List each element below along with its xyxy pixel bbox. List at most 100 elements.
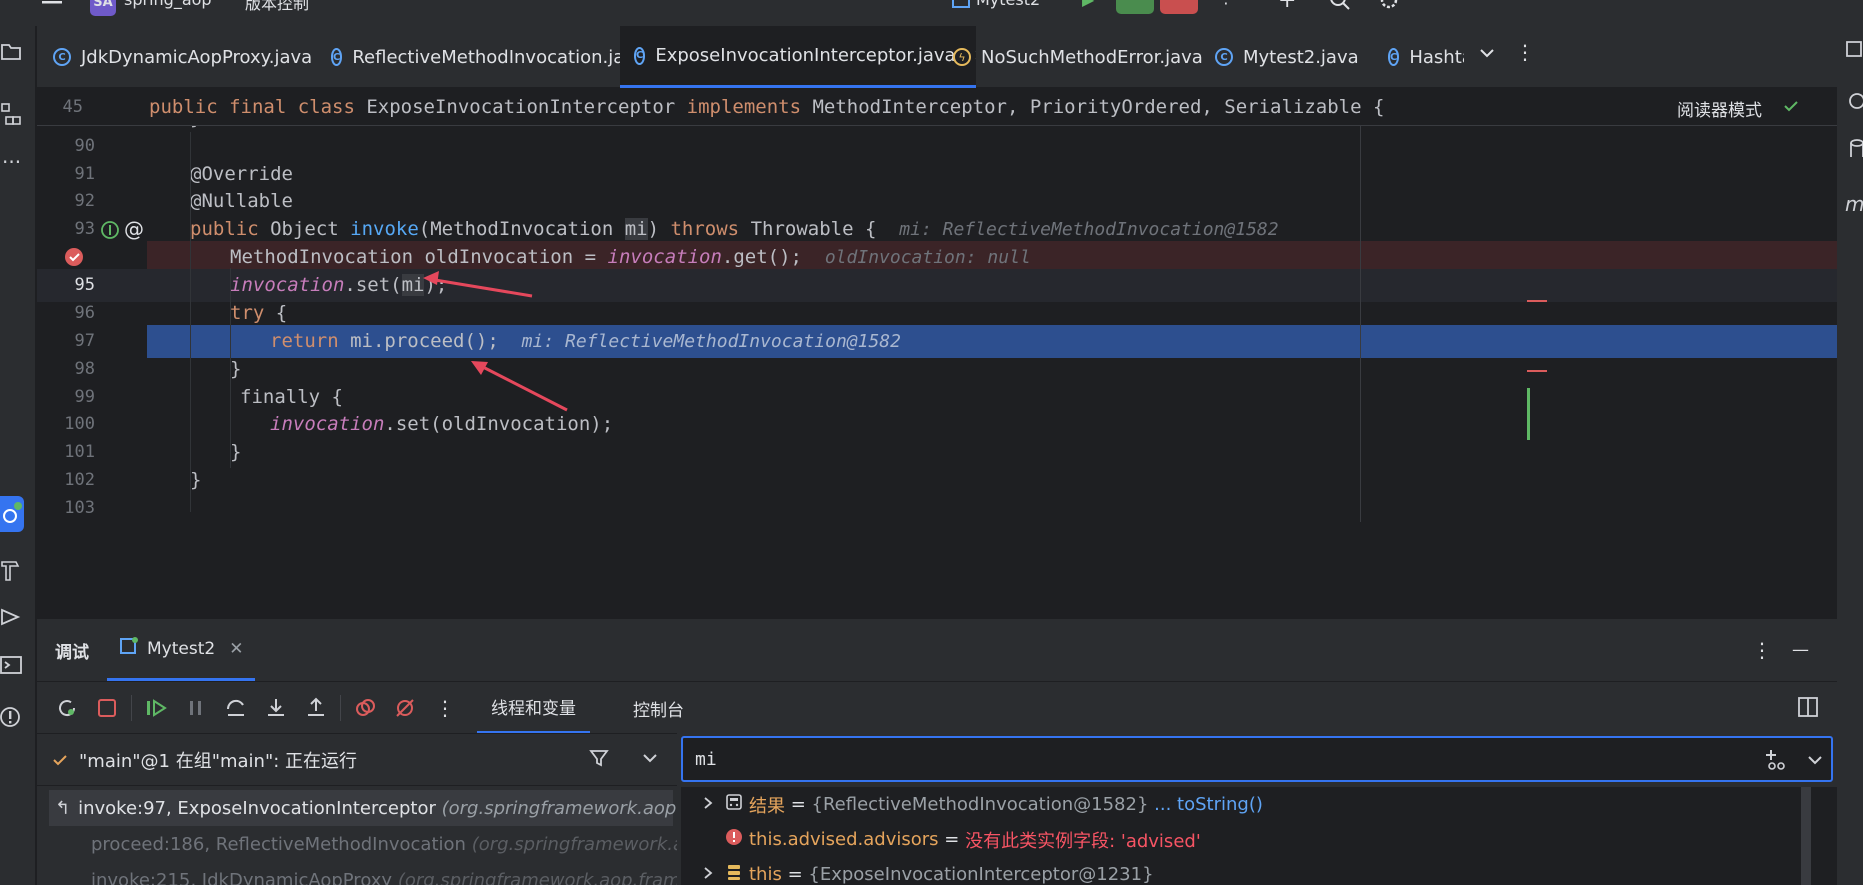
debug-session-tab[interactable]: Mytest2 ✕ (107, 619, 256, 681)
more-tools-icon[interactable]: ··· (2, 150, 21, 174)
exception-class-icon: ϟ (953, 48, 971, 66)
tab-label: JdkDynamicAopProxy.java (81, 46, 313, 68)
annotation-arrow (428, 277, 533, 298)
editor-tab-bar: C JdkDynamicAopProxy.java C ReflectiveMe… (37, 26, 1837, 88)
variable-row[interactable]: this = {ExposeInvocationInterceptor@1231… (681, 857, 1837, 885)
variables-tree: 结果 = {ReflectiveMethodInvocation@1582} .… (681, 787, 1837, 885)
tab-console[interactable]: 控制台 (619, 682, 698, 734)
thread-dropdown-chevron-icon[interactable] (642, 750, 658, 771)
vcs-widget[interactable]: 版本控制 (245, 0, 309, 14)
more-debug-actions-icon[interactable]: ⋮ (425, 688, 465, 728)
variable-value: {ExposeInvocationInterceptor@1231} (808, 864, 1154, 885)
run-config-label: Mytest2 (976, 0, 1040, 9)
tab-reflectivemethodinvocation[interactable]: C ReflectiveMethodInvocation.java (315, 26, 645, 88)
project-name[interactable]: spring_aop (124, 0, 212, 9)
notifications-icon[interactable] (1845, 38, 1863, 65)
tab-nosuchmethoderror[interactable]: ϟ NoSuchMethodError.java (937, 26, 1227, 88)
tab-hashtable[interactable]: C Hashta (1372, 26, 1464, 88)
debug-button[interactable] (1116, 0, 1154, 14)
thread-running-check-icon (51, 751, 69, 769)
left-tool-strip: ··· (0, 26, 36, 885)
layout-settings-icon[interactable] (1797, 696, 1819, 723)
tab-label: NoSuchMethodError.java (981, 46, 1203, 68)
variable-equals: = (938, 829, 966, 850)
expression-history-chevron-icon[interactable] (1807, 752, 1823, 773)
debug-tool-icon[interactable] (0, 496, 24, 532)
frame-package: (org.springframework.aop.framew (397, 869, 677, 885)
tab-more-icon[interactable]: ⋮ (1515, 40, 1535, 64)
debug-tool-window: 调试 Mytest2 ✕ ⋮ — ⋮ 线程和变量 控制台 "main"@1 在组… (37, 618, 1837, 885)
tab-label: ExposeInvocationInterceptor.java (655, 45, 956, 66)
resume-program-icon[interactable] (136, 688, 176, 728)
expand-chevron-icon[interactable] (701, 794, 715, 815)
structure-icon[interactable] (0, 102, 22, 133)
tab-mytest2[interactable]: C Mytest2.java (1199, 26, 1389, 88)
class-icon: C (1388, 48, 1400, 66)
database-icon[interactable] (1845, 138, 1863, 167)
stack-frame-item[interactable]: invoke:215, JdkDynamicAopProxy (org.spri… (37, 862, 677, 885)
ai-assistant-icon[interactable] (1845, 90, 1863, 117)
step-into-icon[interactable] (256, 688, 296, 728)
session-tab-label: Mytest2 (147, 638, 216, 659)
build-hammer-icon[interactable] (0, 556, 22, 587)
tab-label: ReflectiveMethodInvocation.java (352, 46, 645, 68)
run-config-icon (119, 636, 139, 661)
to-string-link[interactable]: ... toString() (1154, 794, 1263, 815)
evaluate-expression-field[interactable]: mi (681, 736, 1833, 782)
tab-exposeinvocationinterceptor[interactable]: C ExposeInvocationInterceptor.java ✕ (620, 26, 976, 88)
main-menu-icon[interactable] (40, 0, 64, 12)
variable-equals: = (781, 864, 809, 885)
right-tool-strip: m (1837, 26, 1863, 885)
runnable-class-icon: C (1215, 48, 1233, 66)
stop-icon[interactable] (87, 688, 127, 728)
annotation-arrowhead (423, 271, 439, 285)
add-account-icon[interactable]: + (1278, 0, 1296, 13)
variables-scrollbar[interactable] (1801, 787, 1811, 885)
services-icon[interactable] (0, 606, 22, 633)
more-actions-icon[interactable]: ⋮ (1218, 0, 1234, 7)
run-config-selector[interactable]: Mytest2 (952, 0, 1040, 9)
expand-chevron-icon[interactable] (701, 864, 715, 885)
tab-threads-variables[interactable]: 线程和变量 (477, 682, 590, 734)
variable-name: this (749, 864, 782, 885)
terminal-icon[interactable] (0, 654, 22, 681)
filter-icon[interactable] (589, 748, 609, 773)
panel-options-icon[interactable]: ⋮ (1752, 638, 1772, 662)
annotation-arrow (476, 362, 568, 412)
code-editor[interactable]: 89 } 90 91 @Override 92 @Nullable 93 @ p… (37, 88, 1837, 618)
thread-selector[interactable]: "main"@1 在组"main": 正在运行 (37, 733, 677, 785)
project-folder-icon[interactable] (0, 40, 22, 67)
resume-run-icon[interactable]: ▶ (1082, 0, 1094, 9)
frame-package: (org.springframework.aop.in (441, 797, 677, 819)
stop-button[interactable] (1160, 0, 1198, 14)
tab-overflow-chevron-icon[interactable] (1478, 44, 1496, 67)
stack-frame-item[interactable]: ↰ invoke:97, ExposeInvocationInterceptor… (49, 790, 677, 826)
variable-row[interactable]: this.advised.advisors = 没有此类实例字段: 'advis… (681, 822, 1837, 857)
add-watch-icon[interactable] (1763, 748, 1787, 777)
step-over-icon[interactable] (216, 688, 256, 728)
pause-program-icon[interactable] (176, 688, 216, 728)
maven-icon[interactable]: m (1845, 192, 1863, 216)
view-breakpoints-icon[interactable] (345, 688, 385, 728)
variable-row[interactable]: 结果 = {ReflectiveMethodInvocation@1582} .… (681, 787, 1837, 822)
rerun-icon[interactable] (47, 688, 87, 728)
frame-method: invoke:215, JdkDynamicAopProxy (91, 869, 393, 885)
close-session-icon[interactable]: ✕ (229, 639, 243, 659)
thread-label: "main"@1 在组"main": 正在运行 (79, 750, 358, 772)
tab-label: Hashta (1409, 46, 1464, 68)
minimize-panel-icon[interactable]: — (1792, 640, 1809, 660)
project-badge[interactable]: SA (90, 0, 116, 16)
step-out-icon[interactable] (296, 688, 336, 728)
stack-frame-item[interactable]: proceed:186, ReflectiveMethodInvocation … (37, 826, 677, 862)
tab-jdkdynamicaopproxy[interactable]: C JdkDynamicAopProxy.java (37, 26, 315, 88)
settings-gear-icon[interactable] (1377, 0, 1401, 12)
tab-label: 控制台 (633, 700, 684, 721)
ide-window: SA spring_aop 版本控制 Mytest2 ▶ ⋮ + ··· (0, 0, 1863, 885)
variable-equals: = (785, 794, 812, 815)
variable-value: {ReflectiveMethodInvocation@1582} (811, 794, 1149, 815)
debug-toolbar: ⋮ 线程和变量 控制台 (37, 681, 1837, 734)
problems-icon[interactable] (0, 706, 22, 733)
search-icon[interactable] (1328, 0, 1352, 12)
frame-package: (org.springframework.aop (471, 833, 677, 855)
mute-breakpoints-icon[interactable] (385, 688, 425, 728)
